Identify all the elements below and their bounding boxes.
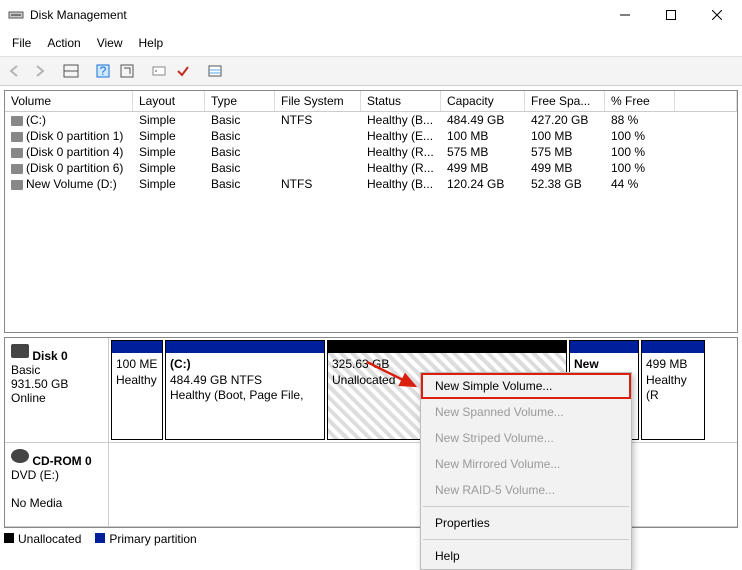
view-split-button[interactable] — [60, 60, 82, 82]
header-capacity[interactable]: Capacity — [441, 91, 525, 111]
cdrom-state: No Media — [11, 496, 62, 510]
partition[interactable]: (C:)484.49 GB NTFSHealthy (Boot, Page Fi… — [165, 340, 325, 440]
header-filesystem[interactable]: File System — [275, 91, 361, 111]
svg-text:?: ? — [100, 64, 107, 78]
volume-list: Volume Layout Type File System Status Ca… — [4, 90, 738, 333]
maximize-button[interactable] — [648, 0, 694, 30]
menu-new-striped-volume: New Striped Volume... — [421, 425, 631, 451]
disk-icon — [11, 344, 29, 358]
volume-list-body: (C:)SimpleBasicNTFSHealthy (B...484.49 G… — [5, 112, 737, 332]
disk-0-title: Disk 0 — [32, 349, 67, 363]
window-title: Disk Management — [30, 8, 602, 22]
header-spacer — [675, 91, 737, 111]
table-row[interactable]: (Disk 0 partition 6)SimpleBasicHealthy (… — [5, 160, 737, 176]
forward-button[interactable] — [28, 60, 50, 82]
menu-separator — [423, 539, 629, 540]
list-view-icon[interactable] — [204, 60, 226, 82]
menu-new-mirrored-volume: New Mirrored Volume... — [421, 451, 631, 477]
disk-0-label[interactable]: Disk 0 Basic 931.50 GB Online — [5, 338, 109, 442]
menu-help[interactable]: Help — [131, 32, 172, 54]
menubar: File Action View Help — [0, 30, 742, 57]
table-row[interactable]: (C:)SimpleBasicNTFSHealthy (B...484.49 G… — [5, 112, 737, 128]
window-controls — [602, 0, 740, 30]
header-type[interactable]: Type — [205, 91, 275, 111]
menu-view[interactable]: View — [89, 32, 131, 54]
cdrom-type: DVD (E:) — [11, 468, 59, 482]
table-row[interactable]: (Disk 0 partition 4)SimpleBasicHealthy (… — [5, 144, 737, 160]
minimize-button[interactable] — [602, 0, 648, 30]
volume-list-header: Volume Layout Type File System Status Ca… — [5, 91, 737, 112]
partition[interactable]: 499 MBHealthy (R — [641, 340, 705, 440]
toolbar: ? — [0, 57, 742, 86]
menu-help[interactable]: Help — [421, 543, 631, 569]
partition[interactable]: 100 MEHealthy — [111, 340, 163, 440]
disk-0-type: Basic — [11, 363, 40, 377]
legend-unallocated: Unallocated — [4, 532, 81, 546]
action-apply-icon[interactable] — [148, 60, 170, 82]
refresh-button[interactable] — [116, 60, 138, 82]
header-status[interactable]: Status — [361, 91, 441, 111]
context-menu: New Simple Volume... New Spanned Volume.… — [420, 372, 632, 570]
header-percent-free[interactable]: % Free — [605, 91, 675, 111]
menu-new-raid5-volume: New RAID-5 Volume... — [421, 477, 631, 503]
cdrom-title: CD-ROM 0 — [32, 454, 91, 468]
back-button[interactable] — [4, 60, 26, 82]
menu-properties[interactable]: Properties — [421, 510, 631, 536]
disk-0-state: Online — [11, 391, 46, 405]
cdrom-label[interactable]: CD-ROM 0 DVD (E:) No Media — [5, 443, 109, 526]
header-volume[interactable]: Volume — [5, 91, 133, 111]
help-button[interactable]: ? — [92, 60, 114, 82]
disk-0-size: 931.50 GB — [11, 377, 68, 391]
menu-action[interactable]: Action — [39, 32, 88, 54]
table-row[interactable]: (Disk 0 partition 1)SimpleBasicHealthy (… — [5, 128, 737, 144]
table-row[interactable]: New Volume (D:)SimpleBasicNTFSHealthy (B… — [5, 176, 737, 192]
header-layout[interactable]: Layout — [133, 91, 205, 111]
menu-separator — [423, 506, 629, 507]
check-icon[interactable] — [172, 60, 194, 82]
legend-primary: Primary partition — [95, 532, 196, 546]
menu-new-simple-volume[interactable]: New Simple Volume... — [421, 373, 631, 399]
menu-file[interactable]: File — [4, 32, 39, 54]
titlebar: Disk Management — [0, 0, 742, 30]
cdrom-icon — [11, 449, 29, 463]
header-free-space[interactable]: Free Spa... — [525, 91, 605, 111]
app-icon — [8, 7, 24, 23]
close-button[interactable] — [694, 0, 740, 30]
menu-new-spanned-volume: New Spanned Volume... — [421, 399, 631, 425]
